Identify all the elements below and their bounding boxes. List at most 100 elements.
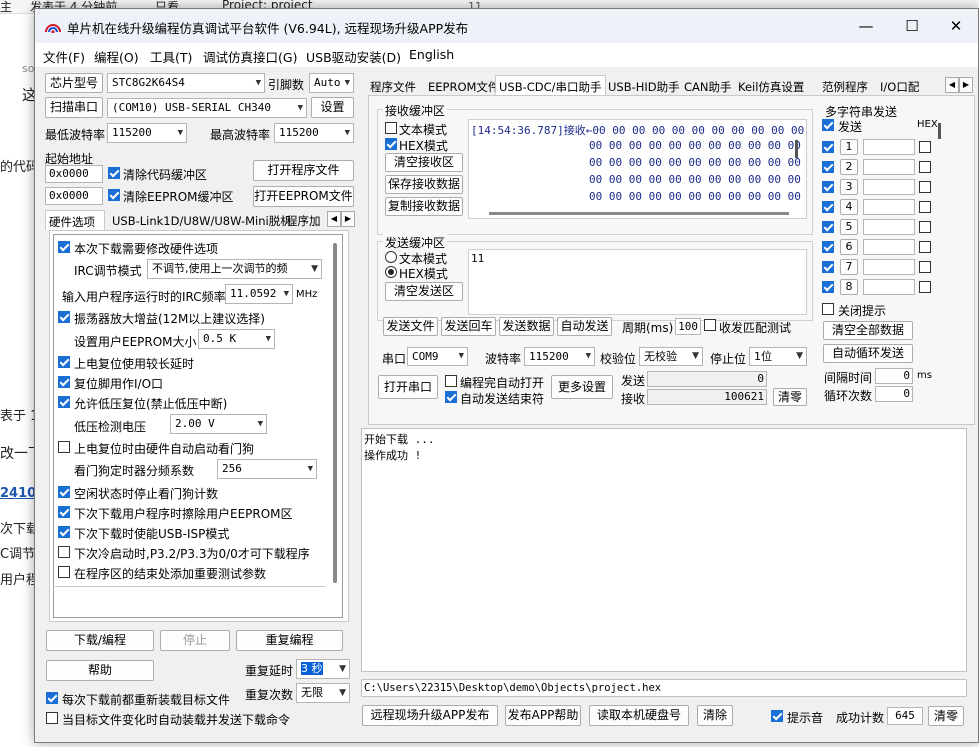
stop-button[interactable]: 停止 [160, 630, 230, 651]
auto-load-checkbox[interactable] [46, 712, 58, 724]
multi-send-row-checkbox[interactable] [822, 261, 834, 273]
tab-can[interactable]: CAN助手 [681, 76, 735, 96]
multi-send-row-button[interactable]: 8 [840, 279, 858, 295]
multi-send-row-button[interactable]: 2 [840, 159, 858, 175]
open-port-button[interactable]: 打开串口 [378, 375, 438, 399]
multi-send-scrollbar[interactable] [938, 123, 941, 139]
tab-hardware-options[interactable]: 硬件选项 [45, 210, 105, 230]
clear-code-buffer-checkbox[interactable] [108, 167, 120, 179]
match-test-checkbox[interactable] [704, 319, 716, 331]
tab-usb-hid[interactable]: USB-HID助手 [605, 76, 683, 96]
option-checkbox[interactable] [58, 396, 70, 408]
irc-mode-select[interactable]: 不调节,使用上一次调节的频 ▼ [147, 259, 322, 279]
pin-count-select[interactable]: Auto ▼ [309, 73, 354, 93]
multi-send-row-hex-checkbox[interactable] [919, 281, 931, 293]
clear-log-button[interactable]: 清除 [697, 705, 733, 726]
multi-send-row-input[interactable] [863, 279, 915, 295]
option-checkbox[interactable] [58, 356, 70, 368]
clear-counter-button[interactable]: 清零 [773, 388, 807, 406]
eeprom-start-address-input[interactable]: 0x0000 [45, 187, 103, 205]
copy-receive-button[interactable]: 复制接收数据 [385, 197, 463, 216]
auto-loop-send-button[interactable]: 自动循环发送 [823, 344, 913, 363]
irc-frequency-select[interactable]: 11.0592 ▼ [225, 284, 293, 304]
clear-receive-button[interactable]: 清空接收区 [385, 153, 463, 172]
minimize-icon[interactable]: — [843, 9, 889, 43]
tab-eeprom-file[interactable]: EEPROM文件 [425, 76, 502, 96]
multi-send-row-hex-checkbox[interactable] [919, 221, 931, 233]
read-disk-id-button[interactable]: 读取本机硬盘号 [589, 705, 689, 726]
recv-hex-mode-checkbox[interactable] [385, 138, 397, 150]
help-button[interactable]: 帮助 [46, 660, 154, 681]
send-data-button[interactable]: 发送数据 [499, 317, 554, 336]
tab-scroll-left-icon[interactable]: ◀ [327, 211, 341, 227]
multi-send-row-input[interactable] [863, 159, 915, 175]
receive-text-area[interactable]: [14:54:36.787]接收←00 00 00 00 00 00 00 00… [468, 119, 807, 219]
multi-send-row-button[interactable]: 5 [840, 219, 858, 235]
reload-target-checkbox[interactable] [46, 692, 58, 704]
lvd-voltage-select[interactable]: 2.00 V ▼ [170, 414, 267, 434]
max-baud-select[interactable]: 115200 ▼ [274, 123, 354, 143]
chip-model-select[interactable]: STC8G2K64S4 ▼ [107, 73, 265, 93]
repeat-count-select[interactable]: 无限 ▼ [296, 683, 350, 703]
multi-send-row-button[interactable]: 4 [840, 199, 858, 215]
multi-send-row-button[interactable]: 7 [840, 259, 858, 275]
scan-port-button[interactable]: 扫描串口 [45, 97, 103, 118]
save-receive-button[interactable]: 保存接收数据 [385, 175, 463, 194]
serial-port-select[interactable]: COM9 ▼ [407, 347, 468, 366]
eeprom-size-select[interactable]: 0.5 K ▼ [198, 329, 275, 349]
multi-send-row-input[interactable] [863, 219, 915, 235]
option-checkbox[interactable] [58, 241, 70, 253]
multi-send-row-button[interactable]: 6 [840, 239, 858, 255]
auto-end-checkbox[interactable] [445, 391, 457, 403]
option-checkbox[interactable] [58, 546, 70, 558]
loop-count-input[interactable]: 0 [875, 386, 913, 402]
multi-send-row-checkbox[interactable] [822, 221, 834, 233]
tab-scroll-right-icon[interactable]: ▶ [959, 77, 973, 93]
auto-open-checkbox[interactable] [445, 375, 457, 387]
tab-scroll-right-icon[interactable]: ▶ [341, 211, 355, 227]
menu-english[interactable]: English [409, 47, 454, 62]
receive-horizontal-scrollbar[interactable] [489, 212, 789, 215]
stop-bits-select[interactable]: 1位 ▼ [749, 347, 807, 366]
reset-success-button[interactable]: 清零 [928, 706, 964, 726]
multi-send-row-checkbox[interactable] [822, 241, 834, 253]
recv-text-mode-checkbox[interactable] [385, 122, 397, 134]
menu-usb-driver[interactable]: USB驱动安装(D) [306, 47, 401, 66]
repeat-delay-select[interactable]: 3 秒 ▼ [296, 659, 350, 679]
receive-vertical-scrollbar[interactable] [795, 140, 798, 158]
auto-send-button[interactable]: 自动发送 [557, 317, 612, 336]
open-program-file-button[interactable]: 打开程序文件 [253, 160, 354, 181]
send-enter-button[interactable]: 发送回车 [441, 317, 496, 336]
baud-rate-select[interactable]: 115200 ▼ [524, 347, 595, 366]
more-settings-button[interactable]: 更多设置 [551, 375, 613, 399]
option-checkbox[interactable] [58, 566, 70, 578]
tab-usb-cdc-serial[interactable]: USB-CDC/串口助手 [495, 75, 606, 95]
menu-tools[interactable]: 工具(T) [150, 47, 192, 66]
publish-help-button[interactable]: 发布APP帮助 [505, 705, 581, 726]
option-checkbox[interactable] [58, 311, 70, 323]
multi-send-row-input[interactable] [863, 139, 915, 155]
tab-scroll-left-icon[interactable]: ◀ [945, 77, 959, 93]
send-file-button[interactable]: 发送文件 [383, 317, 438, 336]
multi-send-row-hex-checkbox[interactable] [919, 261, 931, 273]
tab-keil-sim[interactable]: Keil仿真设置 [735, 76, 807, 96]
tab-program-file[interactable]: 程序文件 [367, 76, 419, 96]
option-checkbox[interactable] [58, 506, 70, 518]
tab-program-encrypt[interactable]: 程序加 [283, 210, 324, 230]
multi-send-row-checkbox[interactable] [822, 181, 834, 193]
menu-program[interactable]: 编程(O) [94, 47, 139, 66]
close-icon[interactable]: ✕ [933, 9, 978, 43]
clear-all-data-button[interactable]: 清空全部数据 [823, 321, 913, 340]
multi-send-row-hex-checkbox[interactable] [919, 161, 931, 173]
option-checkbox[interactable] [58, 441, 70, 453]
repeat-program-button[interactable]: 重复编程 [236, 630, 343, 651]
download-program-button[interactable]: 下载/编程 [46, 630, 154, 651]
option-checkbox[interactable] [58, 486, 70, 498]
settings-button[interactable]: 设置 [311, 97, 354, 118]
maximize-icon[interactable]: ☐ [889, 9, 935, 43]
menu-file[interactable]: 文件(F) [43, 47, 85, 66]
period-input[interactable]: 100 [675, 318, 701, 335]
tab-usb-link-offline[interactable]: USB-Link1D/U8W/U8W-Mini脱机 [109, 210, 295, 230]
multi-send-row-hex-checkbox[interactable] [919, 241, 931, 253]
multi-send-row-input[interactable] [863, 259, 915, 275]
